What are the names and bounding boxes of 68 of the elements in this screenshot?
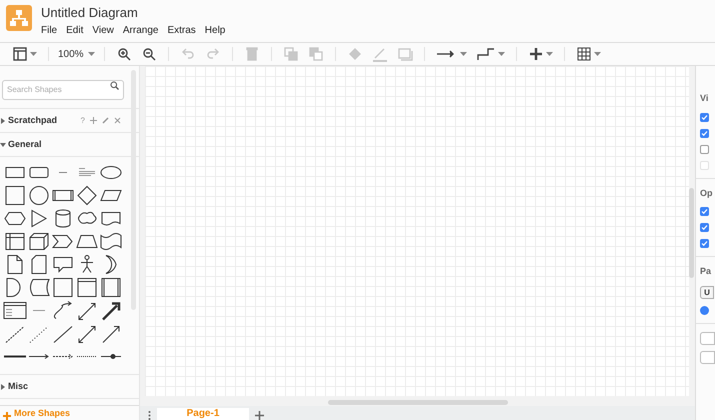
shadow-icon	[396, 46, 413, 62]
checkbox[interactable]	[700, 207, 709, 216]
shape-thumbnail[interactable]	[75, 184, 99, 207]
shape-thumbnail[interactable]	[51, 276, 75, 299]
collapse-caret-icon[interactable]	[0, 118, 6, 124]
shape-thumbnail[interactable]	[27, 184, 51, 207]
menu-item[interactable]: Extras	[167, 25, 196, 37]
checkbox[interactable]	[700, 128, 709, 138]
section-title[interactable]: Misc	[8, 380, 121, 394]
checkbox[interactable]	[700, 239, 709, 248]
paint-bucket-icon	[346, 46, 363, 62]
shape-thumbnail[interactable]	[27, 276, 51, 299]
panel-layout-icon	[12, 46, 28, 62]
zoom-dropdown[interactable]: 100%	[58, 46, 95, 62]
shape-thumbnail[interactable]	[75, 276, 99, 299]
caret-icon	[546, 52, 553, 56]
checkmark-icon	[701, 240, 708, 247]
window-title: Untitled Diagram	[41, 4, 139, 22]
caret-icon	[30, 52, 37, 56]
add-page-icon[interactable]	[255, 411, 264, 420]
checkmark-icon	[701, 130, 708, 136]
table-icon	[576, 46, 592, 62]
expand-caret-icon[interactable]	[0, 142, 6, 148]
shape-thumbnail[interactable]	[99, 276, 123, 299]
section-title: Op	[700, 186, 714, 200]
zoom-out-icon	[140, 46, 157, 62]
caret-icon	[594, 52, 601, 56]
menu-item[interactable]: File	[41, 25, 58, 37]
checkmark-icon	[701, 208, 708, 215]
checkmark-icon	[701, 224, 708, 231]
plus-icon	[528, 46, 544, 62]
checkbox[interactable]	[700, 112, 709, 122]
pencil-icon	[372, 46, 388, 62]
caret-icon	[460, 52, 467, 56]
shape-thumbnail[interactable]	[3, 299, 27, 322]
checkbox[interactable]	[700, 144, 709, 154]
search-field[interactable]: Search Shapes	[2, 80, 124, 100]
plus-icon[interactable]	[90, 117, 97, 124]
app-logo-icon	[6, 5, 32, 31]
search-icon	[110, 81, 119, 90]
send-back-icon	[308, 46, 324, 62]
section-title: Pa	[700, 265, 712, 278]
collapse-caret-icon[interactable]	[0, 384, 6, 390]
section-title[interactable]: Scratchpad	[8, 114, 81, 128]
shape-thumbnail[interactable]	[3, 230, 27, 253]
elbow-connector-icon	[476, 46, 496, 62]
menu-item[interactable]: Help	[204, 25, 226, 37]
caret-icon	[498, 52, 505, 56]
radio-button[interactable]	[700, 306, 709, 314]
plus-icon	[3, 412, 11, 420]
close-icon[interactable]	[114, 117, 121, 124]
bring-front-icon	[282, 46, 299, 62]
section-title[interactable]: General	[8, 138, 121, 152]
menu-item[interactable]: View	[92, 25, 114, 37]
caret-icon	[88, 52, 95, 56]
checkmark-icon	[701, 114, 708, 120]
paper-size-button[interactable]: U	[700, 286, 714, 298]
shape-thumbnail[interactable]	[27, 230, 51, 253]
trash-icon	[244, 46, 260, 62]
shape-thumbnail[interactable]	[99, 230, 123, 253]
more-vertical-icon[interactable]	[148, 410, 151, 420]
pencil-icon[interactable]	[102, 117, 109, 124]
shape-thumbnail[interactable]	[3, 184, 27, 207]
zoom-in-icon	[116, 46, 132, 62]
section-title: Vi	[700, 92, 710, 105]
menu-item[interactable]: Edit	[66, 25, 84, 37]
menu-item[interactable]: Arrange	[122, 25, 158, 37]
checkbox[interactable]	[700, 223, 709, 232]
